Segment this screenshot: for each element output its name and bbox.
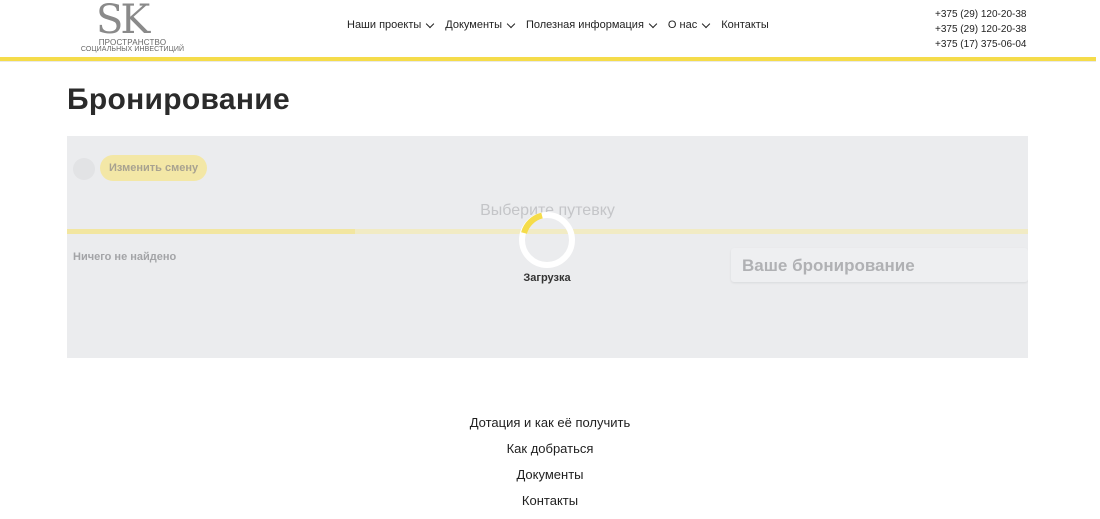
nav-item-label: Документы [445,19,502,31]
nav-item-about[interactable]: О нас [667,19,711,31]
chevron-down-icon [426,19,435,28]
nothing-found-text: Ничего не найдено [73,251,177,263]
phone-number[interactable]: +375 (17) 375-06-04 [935,37,1026,52]
nav-item-label: Полезная информация [525,19,644,31]
your-booking-card: Ваше бронирование [731,248,1028,282]
nav-item-label: О нас [667,19,698,31]
header-divider [0,61,1096,62]
nav-item-contacts[interactable]: Контакты [721,19,769,31]
your-booking-title: Ваше бронирование [742,256,915,275]
logo-line2: СОЦИАЛЬНЫХ ИНВЕСТИЦИЙ [80,46,185,53]
loading-spinner-icon [519,212,575,268]
chevron-down-icon [506,19,516,28]
nav-item-label: Контакты [721,19,769,31]
shift-radio[interactable] [73,158,95,180]
chevron-down-icon [701,19,711,28]
chevron-down-icon [648,19,658,28]
footer-link-contacts[interactable]: Контакты [0,488,1100,514]
logo[interactable]: SK ПРОСТРАНСТВО СОЦИАЛЬНЫХ ИНВЕСТИЦИЙ [70,0,195,56]
footer-link-documents[interactable]: Документы [0,462,1100,488]
logo-mark: SK [96,0,150,43]
footer-link-subsidy[interactable]: Дотация и как её получить [0,410,1100,436]
loading-label: Загрузка [523,272,571,284]
page-title: Бронирование [67,83,291,116]
footer-links: Дотация и как её получить Как добраться … [0,410,1100,514]
phone-number[interactable]: +375 (29) 120-20-38 [935,7,1026,22]
change-shift-button[interactable]: Изменить смену [100,155,208,181]
nav-item-useful-info[interactable]: Полезная информация [525,19,658,31]
nav-item-documents[interactable]: Документы [445,19,516,31]
phone-number[interactable]: +375 (29) 120-20-38 [935,22,1026,37]
nav-item-label: Наши проекты [347,19,422,31]
phone-list: +375 (29) 120-20-38 +375 (29) 120-20-38 … [935,7,1026,52]
nav-item-projects[interactable]: Наши проекты [347,19,435,31]
site-header: SK ПРОСТРАНСТВО СОЦИАЛЬНЫХ ИНВЕСТИЦИЙ На… [0,0,1100,58]
progress-fill [67,229,356,234]
main-nav: Наши проекты Документы Полезная информац… [347,19,781,31]
footer-link-directions[interactable]: Как добраться [0,436,1100,462]
